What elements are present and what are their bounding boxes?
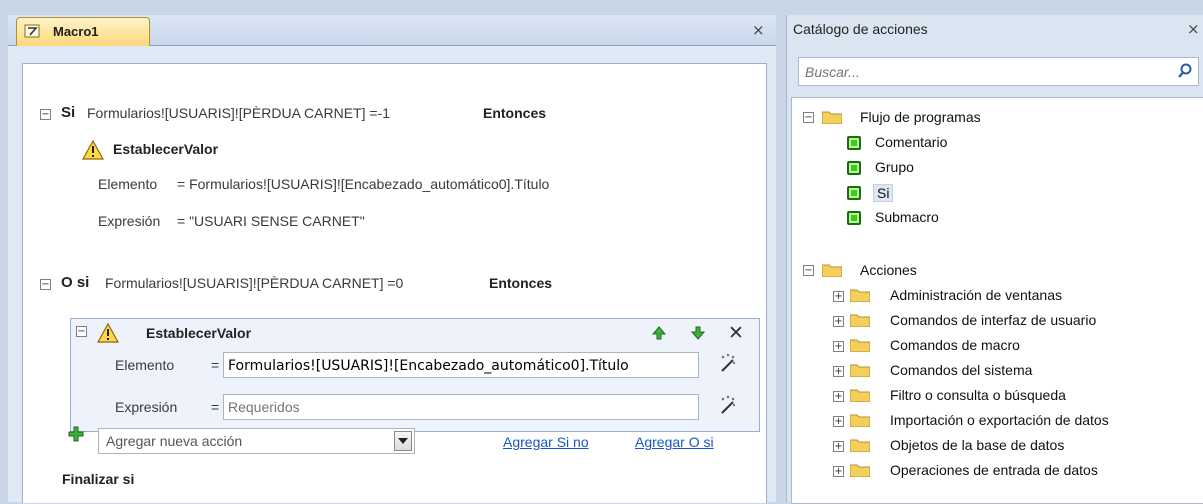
expand-icon[interactable]: + — [833, 466, 844, 477]
action-catalog-pane: Catálogo de acciones × − Flujo de progra… — [786, 15, 1203, 504]
if-element-value[interactable]: = Formularios![USUARIS]![Encabezado_auto… — [177, 176, 549, 192]
action-block-establecervalor[interactable]: − EstablecerValor ✕ Elemento = Formulari… — [70, 318, 760, 432]
element-field[interactable]: Formularios![USUARIS]![Encabezado_automá… — [223, 352, 699, 378]
add-action-dropdown[interactable]: Agregar nueva acción — [98, 428, 415, 454]
move-up-icon[interactable] — [651, 325, 667, 345]
expand-icon[interactable]: + — [833, 416, 844, 427]
folder-icon — [849, 289, 871, 305]
catalog-folder-system-commands[interactable]: Comandos del sistema — [890, 362, 1032, 378]
expand-icon[interactable]: + — [833, 341, 844, 352]
elseif-keyword: O si — [61, 274, 90, 291]
catalog-title: Catálogo de acciones — [793, 21, 928, 37]
add-else-link[interactable]: Agregar Si no — [503, 434, 589, 450]
move-down-icon[interactable] — [690, 325, 706, 345]
equals-sign: = — [211, 357, 220, 373]
tab-label: Macro1 — [53, 24, 99, 39]
catalog-item-grupo[interactable]: Grupo — [875, 159, 914, 175]
folder-icon — [849, 314, 871, 330]
close-icon[interactable]: × — [1187, 20, 1200, 38]
catalog-search[interactable] — [798, 57, 1199, 86]
catalog-item-comentario[interactable]: Comentario — [875, 134, 947, 150]
builder-wand-icon[interactable] — [719, 353, 737, 377]
element-label: Elemento — [115, 357, 175, 373]
if-action-name: EstablecerValor — [113, 141, 219, 157]
if-expression-value[interactable]: = "USUARI SENSE CARNET" — [177, 213, 365, 229]
if-keyword: Si — [61, 104, 76, 121]
action-name: EstablecerValor — [146, 325, 252, 341]
folder-icon — [849, 414, 871, 430]
equals-sign: = — [211, 399, 220, 415]
catalog-tree: − Flujo de programas Comentario Grupo Si… — [791, 97, 1203, 504]
add-action-placeholder: Agregar nueva acción — [106, 433, 243, 449]
comment-icon — [847, 136, 861, 150]
folder-icon — [849, 339, 871, 355]
catalog-item-si[interactable]: Si — [873, 184, 894, 202]
folder-icon — [821, 111, 843, 127]
expand-icon[interactable]: + — [833, 391, 844, 402]
catalog-folder-ui-commands[interactable]: Comandos de interfaz de usuario — [890, 312, 1096, 328]
collapse-program-flow-icon[interactable]: − — [803, 112, 814, 123]
chevron-down-icon — [398, 438, 408, 444]
folder-icon — [849, 439, 871, 455]
expression-field[interactable] — [223, 394, 699, 420]
add-icon[interactable] — [68, 426, 84, 446]
elseif-then-keyword: Entonces — [489, 275, 553, 291]
search-input[interactable] — [803, 61, 1167, 83]
if-icon — [847, 186, 861, 200]
group-icon — [847, 161, 861, 175]
expression-label: Expresión — [115, 399, 178, 415]
if-element-label: Elemento — [98, 176, 158, 192]
folder-icon — [849, 364, 871, 380]
add-elseif-link[interactable]: Agregar O si — [635, 434, 714, 450]
dropdown-arrow-button[interactable] — [394, 431, 412, 451]
macro-icon — [24, 24, 40, 38]
catalog-folder-filter-query-search[interactable]: Filtro o consulta o búsqueda — [890, 387, 1066, 403]
collapse-action-icon[interactable]: − — [76, 326, 87, 337]
if-condition[interactable]: Formularios![USUARIS]![PÈRDUA CARNET] =-… — [87, 105, 390, 121]
folder-icon — [849, 389, 871, 405]
group-actions[interactable]: Acciones — [860, 262, 917, 278]
search-icon[interactable] — [1177, 63, 1193, 83]
catalog-folder-database-objects[interactable]: Objetos de la base de datos — [890, 437, 1064, 453]
close-icon[interactable]: × — [752, 21, 765, 39]
expand-icon[interactable]: + — [833, 366, 844, 377]
builder-wand-icon[interactable] — [719, 395, 737, 419]
catalog-folder-window-management[interactable]: Administración de ventanas — [890, 287, 1062, 303]
catalog-item-submacro[interactable]: Submacro — [875, 209, 939, 225]
folder-icon — [821, 264, 843, 280]
expand-icon[interactable]: + — [833, 441, 844, 452]
warning-icon — [96, 322, 120, 347]
if-then-keyword: Entonces — [483, 105, 547, 121]
delete-action-icon[interactable]: ✕ — [728, 322, 744, 344]
elseif-condition[interactable]: Formularios![USUARIS]![PÈRDUA CARNET] =0 — [105, 275, 403, 291]
collapse-elseif-icon[interactable]: − — [40, 279, 51, 290]
end-if-label: Finalizar si — [62, 471, 135, 487]
catalog-folder-import-export[interactable]: Importación o exportación de datos — [890, 412, 1109, 428]
expand-icon[interactable]: + — [833, 316, 844, 327]
macro-editor-panel: Macro1 × − Si Formularios![USUARIS]![PÈR… — [8, 15, 776, 503]
tab-macro1[interactable]: Macro1 — [16, 17, 150, 46]
collapse-if-icon[interactable]: − — [40, 109, 51, 120]
catalog-folder-data-entry[interactable]: Operaciones de entrada de datos — [890, 462, 1098, 478]
warning-icon — [81, 139, 105, 163]
expand-icon[interactable]: + — [833, 291, 844, 302]
catalog-folder-macro-commands[interactable]: Comandos de macro — [890, 337, 1020, 353]
if-expression-label: Expresión — [98, 213, 161, 229]
group-program-flow[interactable]: Flujo de programas — [860, 109, 981, 125]
folder-icon — [849, 464, 871, 480]
collapse-actions-icon[interactable]: − — [803, 265, 814, 276]
submacro-icon — [847, 211, 861, 225]
